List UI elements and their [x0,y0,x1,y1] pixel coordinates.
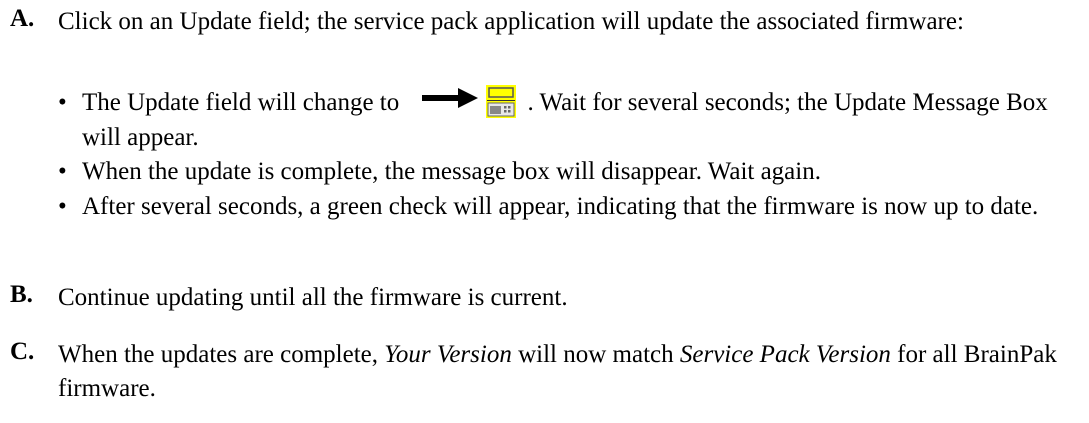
step-b-letter: B. [10,281,33,308]
bullet-2-text: When the update is complete, the message… [82,158,821,185]
bullet-3-text: After several seconds, a green check wil… [82,193,1039,220]
right-arrow-icon [421,84,478,118]
step-a-bullet-1: • The Update field will change to . Wait… [58,84,1078,155]
step-c-text-mid: will now match [511,341,680,368]
step-a-letter: A. [10,5,35,32]
step-a-text: Click on an Update field; the service pa… [58,8,964,35]
service-pack-version-term: Service Pack Version [679,341,891,368]
update-in-progress-icon [485,84,516,118]
step-a-bullet-3: • After several seconds, a green check w… [58,190,1078,224]
bullet-1-text-pre: The Update field will change to [82,89,400,116]
your-version-term: Your Version [384,341,512,368]
step-b-text: Continue updating until all the firmware… [58,284,568,311]
step-c: C. When the updates are complete, Your V… [10,338,1085,406]
step-c-text-pre: When the updates are complete, [58,341,385,368]
step-b: B. Continue updating until all the firmw… [10,281,1085,315]
step-a-bullet-2: • When the update is complete, the messa… [58,155,1078,189]
bullet-dot: • [58,89,67,116]
bullet-dot: • [58,193,67,220]
step-c-letter: C. [10,338,35,365]
bullet-dot: • [58,158,67,185]
step-c-text: When the updates are complete, Your Vers… [58,338,1085,406]
step-a: A. Click on an Update field; the service… [10,5,1085,39]
